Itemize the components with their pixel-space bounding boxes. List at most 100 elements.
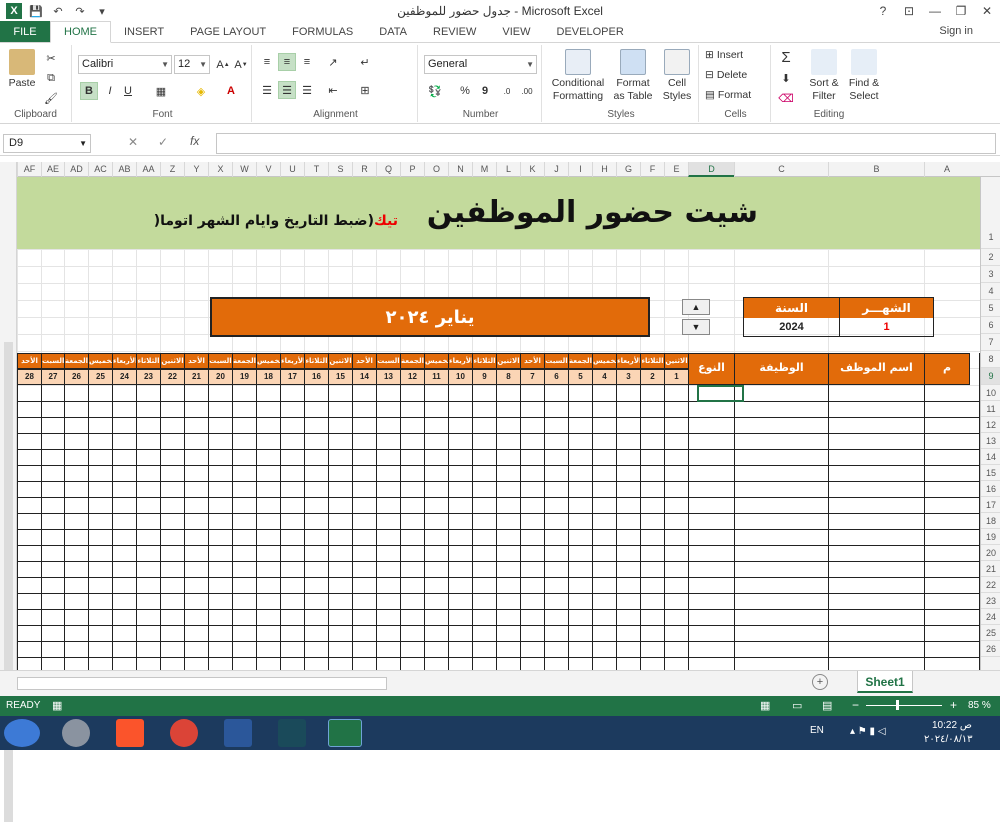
column-header-s[interactable]: S	[328, 162, 352, 177]
row-header-6[interactable]: 6	[981, 317, 1000, 334]
undo-icon[interactable]: ↶	[50, 3, 66, 19]
row-header-14[interactable]: 14	[981, 449, 1000, 465]
insert-cells-button[interactable]: ⊞ Insert	[705, 49, 743, 61]
find-select-button[interactable]: Find & Select	[845, 49, 883, 103]
start-button-icon[interactable]	[4, 719, 40, 747]
column-header-aa[interactable]: AA	[136, 162, 160, 177]
column-header-q[interactable]: Q	[376, 162, 400, 177]
horizontal-scrollbar[interactable]	[17, 677, 387, 690]
column-header-z[interactable]: Z	[160, 162, 184, 177]
brave-browser-icon[interactable]	[116, 719, 144, 747]
column-header-e[interactable]: E	[664, 162, 688, 177]
enter-icon[interactable]: ✓	[158, 135, 168, 149]
increase-decimal-icon[interactable]: .0	[498, 82, 516, 100]
clock-time[interactable]: 10:22 ص	[932, 720, 972, 731]
column-header-k[interactable]: K	[520, 162, 544, 177]
insert-function-icon[interactable]: fx	[190, 134, 199, 148]
underline-button[interactable]: U	[119, 82, 137, 100]
copy-icon[interactable]: ⧉	[42, 69, 60, 87]
row-header-3[interactable]: 3	[981, 266, 1000, 283]
add-sheet-button[interactable]: +	[812, 674, 828, 690]
ribbon-display-button[interactable]: ⊡	[896, 0, 922, 22]
row-header-23[interactable]: 23	[981, 593, 1000, 609]
zoom-slider-thumb[interactable]	[896, 700, 899, 710]
help-button[interactable]: ?	[870, 0, 896, 22]
column-header-j[interactable]: J	[544, 162, 568, 177]
clear-icon[interactable]: ⌫	[777, 89, 795, 107]
align-middle-icon[interactable]: ≡	[278, 53, 296, 71]
chrome-icon[interactable]	[170, 719, 198, 747]
close-button[interactable]: ✕	[974, 0, 1000, 22]
column-header-y[interactable]: Y	[184, 162, 208, 177]
format-cells-button[interactable]: ▤ Format	[705, 89, 751, 101]
align-top-icon[interactable]: ≡	[258, 53, 276, 71]
format-painter-icon[interactable]: 🖌	[42, 89, 60, 107]
word-icon[interactable]	[224, 719, 252, 747]
zoom-slider[interactable]	[866, 705, 942, 706]
font-name-combo[interactable]: Calibri ▼	[78, 55, 172, 74]
language-indicator[interactable]: EN	[810, 725, 824, 736]
row-header-7[interactable]: 7	[981, 334, 1000, 351]
zoom-level[interactable]: 85 %	[968, 700, 991, 711]
zoom-in-button[interactable]: +	[950, 698, 957, 712]
minimize-button[interactable]: —	[922, 0, 948, 22]
tab-insert[interactable]: INSERT	[111, 21, 177, 42]
save-icon[interactable]: 💾	[28, 3, 44, 19]
decrease-indent-icon[interactable]: ⇤	[324, 81, 342, 99]
spin-up-button[interactable]: ▲	[682, 299, 710, 315]
column-header-n[interactable]: N	[448, 162, 472, 177]
number-format-combo[interactable]: General ▼	[424, 55, 537, 74]
column-header-c[interactable]: C	[734, 162, 828, 177]
row-header-17[interactable]: 17	[981, 497, 1000, 513]
column-header-v[interactable]: V	[256, 162, 280, 177]
row-header-12[interactable]: 12	[981, 417, 1000, 433]
row-header-15[interactable]: 15	[981, 465, 1000, 481]
row-header-8[interactable]: 8	[981, 351, 1000, 368]
customize-quick-access-icon[interactable]: ▾	[94, 3, 110, 19]
row-header-21[interactable]: 21	[981, 561, 1000, 577]
tab-page-layout[interactable]: PAGE LAYOUT	[177, 21, 279, 42]
clock-date[interactable]: ٢٠٢٤/٠٨/١٣	[924, 734, 973, 745]
delete-cells-button[interactable]: ⊟ Delete	[705, 69, 747, 81]
align-right-icon[interactable]: ☰	[298, 81, 316, 99]
tray-icons[interactable]: ▴ ⚑ ▮ ◁	[850, 726, 886, 737]
vertical-scrollbar[interactable]	[4, 342, 13, 822]
column-header-ae[interactable]: AE	[41, 162, 64, 177]
font-color-icon[interactable]: A	[222, 82, 240, 100]
row-header-13[interactable]: 13	[981, 433, 1000, 449]
column-header-i[interactable]: I	[568, 162, 592, 177]
column-header-f[interactable]: F	[640, 162, 664, 177]
tab-data[interactable]: DATA	[366, 21, 420, 42]
wrap-text-icon[interactable]: ↵	[356, 53, 374, 71]
fill-icon[interactable]: ⬇	[777, 69, 795, 87]
column-header-g[interactable]: G	[616, 162, 640, 177]
column-header-ad[interactable]: AD	[64, 162, 88, 177]
borders-icon[interactable]: ▦	[152, 82, 170, 100]
row-header-26[interactable]: 26	[981, 641, 1000, 657]
merge-center-icon[interactable]: ⊞	[356, 81, 374, 99]
worksheet-grid[interactable]: شيت حضور الموظفين ) تيك(ضبط التاريخ وايام…	[17, 177, 980, 670]
row-header-16[interactable]: 16	[981, 481, 1000, 497]
zoom-out-button[interactable]: −	[852, 698, 859, 712]
column-header-m[interactable]: M	[472, 162, 496, 177]
page-layout-view-icon[interactable]: ▭	[792, 699, 802, 712]
comma-style-button[interactable]: 9	[476, 82, 494, 100]
column-header-x[interactable]: X	[208, 162, 232, 177]
decrease-font-icon[interactable]: A ▼	[232, 56, 250, 74]
tab-file[interactable]: FILE	[0, 21, 50, 42]
tab-home[interactable]: HOME	[50, 21, 111, 43]
month-value[interactable]: 1	[840, 318, 933, 336]
row-header-18[interactable]: 18	[981, 513, 1000, 529]
row-header-1[interactable]: 1	[981, 177, 1000, 249]
formula-input[interactable]	[216, 133, 996, 154]
fill-color-icon[interactable]: ◈	[192, 82, 210, 100]
row-header-11[interactable]: 11	[981, 401, 1000, 417]
format-as-table-button[interactable]: Format as Table	[610, 49, 656, 103]
cell-styles-button[interactable]: Cell Styles	[658, 49, 696, 103]
media-player-icon[interactable]	[62, 719, 90, 747]
conditional-formatting-button[interactable]: Conditional Formatting	[548, 49, 608, 103]
row-header-25[interactable]: 25	[981, 625, 1000, 641]
sort-filter-button[interactable]: Sort & Filter	[805, 49, 843, 103]
sheet-tab-sheet1[interactable]: Sheet1	[857, 671, 913, 693]
column-header-p[interactable]: P	[400, 162, 424, 177]
